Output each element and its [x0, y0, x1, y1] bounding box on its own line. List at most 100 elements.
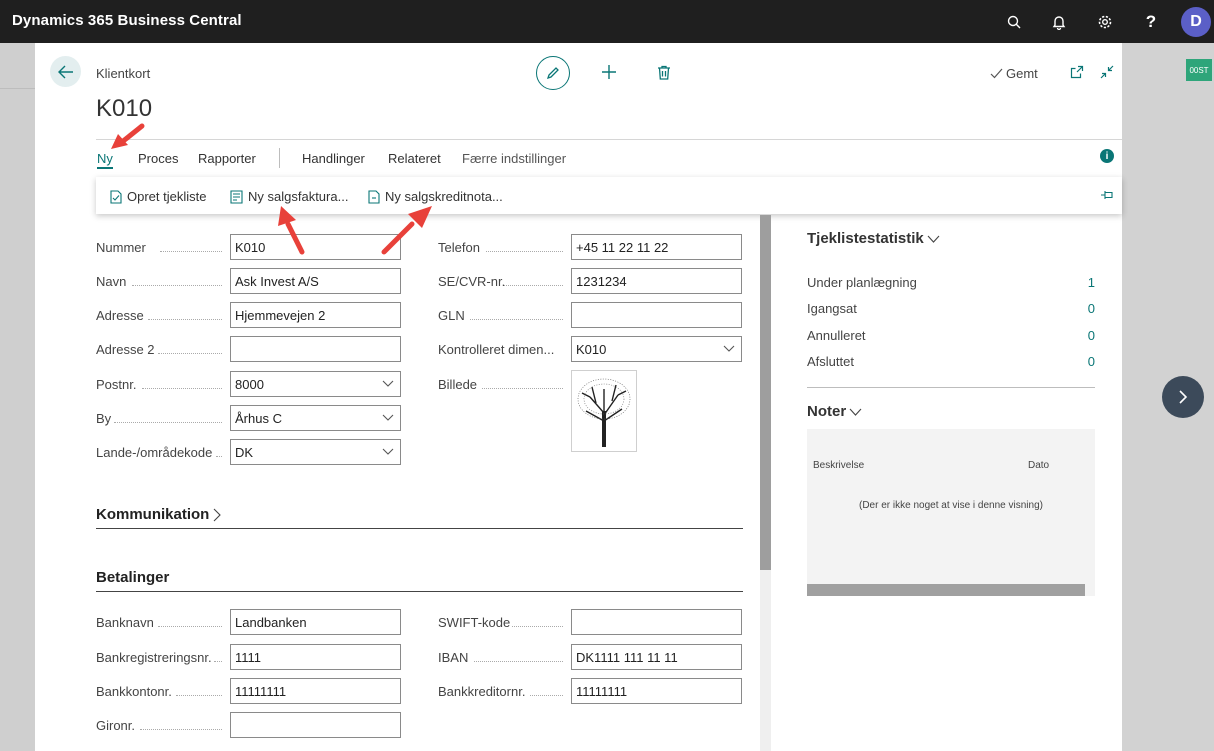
collapse-button[interactable]: [1096, 61, 1118, 83]
label-leader: [176, 695, 222, 696]
add-button[interactable]: [598, 61, 620, 83]
name-field[interactable]: Ask Invest A/S: [230, 268, 401, 294]
notes-list: [807, 429, 1095, 596]
bank-creditor-number-field[interactable]: 11111111: [571, 678, 742, 704]
background-left: [0, 43, 35, 751]
open-new-window-button[interactable]: [1066, 61, 1088, 83]
label-leader: [474, 661, 563, 662]
field-label: Bankregistreringsnr.: [96, 650, 212, 665]
field-label: Adresse 2: [96, 342, 155, 357]
bank-account-number-field[interactable]: 11111111: [230, 678, 401, 704]
label-leader: [142, 388, 222, 389]
menu-item-label: Opret tjekliste: [127, 189, 207, 204]
menu-item-new-sales-invoice[interactable]: Ny salgsfaktura...: [230, 189, 348, 204]
postal-code-select[interactable]: 8000: [230, 371, 401, 397]
plus-icon: [602, 65, 616, 79]
field-label: Kontrolleret dimen...: [438, 342, 555, 357]
vat-number-field[interactable]: 1231234: [571, 268, 742, 294]
label-leader: [504, 285, 563, 286]
sales-invoice-icon: [230, 189, 243, 204]
stat-value[interactable]: 1: [1080, 275, 1095, 290]
checklist-stats-header[interactable]: Tjeklistestatistik: [807, 230, 940, 247]
info-icon[interactable]: i: [1100, 149, 1114, 163]
tab-relateret[interactable]: Relateret: [388, 151, 441, 166]
tab-ny[interactable]: Ny: [97, 151, 113, 166]
next-record-button[interactable]: [1162, 376, 1204, 418]
collapse-icon: [1100, 65, 1114, 79]
customer-picture[interactable]: [571, 370, 637, 452]
label-leader: [160, 251, 222, 252]
payments-section-header[interactable]: Betalinger: [96, 569, 169, 586]
notes-header[interactable]: Noter: [807, 403, 862, 420]
app-title[interactable]: Dynamics 365 Business Central: [12, 12, 242, 29]
label-leader: [114, 422, 222, 423]
field-label: Navn: [96, 274, 127, 289]
section-title: Kommunikation: [96, 506, 210, 523]
label-leader: [216, 456, 222, 457]
communication-section-header[interactable]: Kommunikation: [96, 506, 222, 523]
edit-button[interactable]: [536, 56, 570, 90]
field-label: Banknavn: [96, 615, 154, 630]
notes-scrollbar[interactable]: [807, 584, 1085, 596]
checkmark-icon: [990, 68, 1003, 79]
address-2-field[interactable]: [230, 336, 401, 362]
background-divider: [0, 88, 35, 89]
notes-column-date[interactable]: Dato: [1028, 460, 1049, 471]
bank-reg-number-field[interactable]: 1111: [230, 644, 401, 670]
tab-fewer-options[interactable]: Færre indstillinger: [462, 151, 566, 166]
stat-label: Annulleret: [807, 328, 866, 343]
tab-rapporter[interactable]: Rapporter: [198, 151, 256, 166]
stat-value[interactable]: 0: [1080, 301, 1095, 316]
chevron-right-icon: [1179, 390, 1188, 404]
gln-field[interactable]: [571, 302, 742, 328]
tab-handlinger[interactable]: Handlinger: [302, 151, 365, 166]
field-label: Bankkontonr.: [96, 684, 172, 699]
saved-label: Gemt: [1006, 66, 1038, 81]
stat-value[interactable]: 0: [1080, 328, 1095, 343]
controlled-dimension-value: K010: [576, 342, 607, 357]
stat-value[interactable]: 0: [1080, 354, 1095, 369]
field-label: Telefon: [438, 240, 480, 255]
chevron-down-icon: [849, 408, 862, 416]
gear-icon[interactable]: [1091, 8, 1119, 36]
pin-icon[interactable]: [1100, 188, 1114, 206]
user-avatar[interactable]: D: [1181, 7, 1211, 37]
page-title: K010: [96, 95, 153, 122]
back-button[interactable]: [50, 56, 81, 87]
field-label: Gironr.: [96, 718, 136, 733]
field-label: IBAN: [438, 650, 469, 665]
notes-column-description[interactable]: Beskrivelse: [813, 460, 864, 471]
breadcrumb: Klientkort: [96, 66, 151, 81]
chevron-down-icon: [723, 342, 735, 357]
tab-proces[interactable]: Proces: [138, 151, 178, 166]
iban-field[interactable]: DK1111 111 11 11: [571, 644, 742, 670]
label-leader: [214, 661, 222, 662]
label-leader: [158, 353, 222, 354]
checklist-icon: [110, 189, 122, 204]
open-new-window-icon: [1070, 65, 1084, 79]
controlled-dimension-select[interactable]: K010: [571, 336, 742, 362]
label-leader: [470, 319, 563, 320]
swift-code-field[interactable]: [571, 609, 742, 635]
bank-name-field[interactable]: Landbanken: [230, 609, 401, 635]
giro-number-field[interactable]: [230, 712, 401, 738]
annotation-arrow-icon: [278, 206, 305, 255]
chevron-down-icon: [927, 235, 940, 243]
search-icon[interactable]: [1000, 8, 1028, 36]
section-divider: [96, 591, 743, 592]
bell-icon[interactable]: [1045, 8, 1073, 36]
side-tag[interactable]: 00ST: [1186, 59, 1212, 81]
city-select[interactable]: Århus C: [230, 405, 401, 431]
phone-field[interactable]: +45 11 22 11 22: [571, 234, 742, 260]
address-field[interactable]: Hjemmevejen 2: [230, 302, 401, 328]
section-divider: [96, 528, 743, 529]
number-field[interactable]: K010: [230, 234, 401, 260]
content-scrollbar-thumb[interactable]: [760, 215, 771, 570]
country-code-select[interactable]: DK: [230, 439, 401, 465]
help-icon[interactable]: ?: [1137, 8, 1165, 36]
delete-button[interactable]: [653, 61, 675, 83]
pencil-icon: [546, 67, 559, 80]
field-label: By: [96, 411, 112, 426]
menu-item-create-checklist[interactable]: Opret tjekliste: [110, 189, 206, 204]
postal-code-value: 8000: [235, 377, 264, 392]
